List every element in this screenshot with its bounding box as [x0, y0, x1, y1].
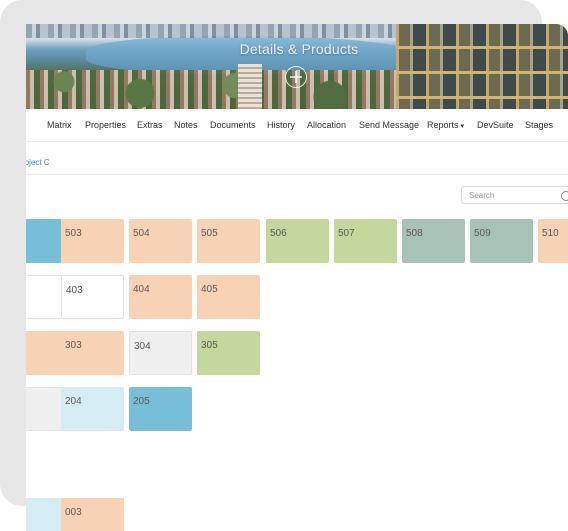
unit-tile[interactable] [26, 275, 62, 319]
unit-tile[interactable]: 506 [266, 219, 329, 263]
city-skyline [26, 24, 396, 38]
apartment-tower [238, 64, 262, 109]
search-icon[interactable] [561, 191, 568, 201]
unit-tile[interactable]: 508 [402, 219, 465, 263]
unit-tile[interactable] [26, 498, 62, 531]
unit-tile[interactable]: 405 [197, 275, 260, 319]
unit-tile[interactable]: 305 [197, 331, 260, 375]
building-floor-lines [396, 24, 568, 109]
search-input[interactable]: Search [461, 186, 568, 204]
plus-circle-icon[interactable] [285, 66, 307, 88]
nav-allocation[interactable]: Allocation [307, 120, 346, 130]
unit-tile[interactable]: 205 [129, 387, 192, 431]
hero-title: Details & Products [239, 41, 359, 57]
unit-tile[interactable]: 303 [61, 331, 124, 375]
unit-tile[interactable]: 504 [129, 219, 192, 263]
app-screen: Details & Products Matrix Properties Ext… [26, 24, 568, 531]
nav-reports-label: Reports [427, 120, 459, 130]
main-nav: Matrix Properties Extras Notes Documents… [26, 109, 568, 142]
nav-notes[interactable]: Notes [174, 120, 198, 130]
section-divider [26, 174, 568, 175]
unit-tile[interactable] [26, 219, 62, 263]
nav-matrix[interactable]: Matrix [47, 120, 72, 130]
unit-tile[interactable] [26, 331, 62, 375]
suburb-trees [26, 70, 406, 109]
nav-properties[interactable]: Properties [85, 120, 126, 130]
hero-banner: Details & Products [26, 24, 568, 109]
nav-extras[interactable]: Extras [137, 120, 163, 130]
nav-send-message[interactable]: Send Message [359, 120, 419, 130]
unit-tile[interactable]: 507 [334, 219, 397, 263]
nav-reports[interactable]: Reports ▾ [427, 120, 464, 130]
unit-tile[interactable]: 403 [61, 275, 124, 319]
nav-devsuite[interactable]: DevSuite [477, 120, 514, 130]
unit-tile[interactable]: 304 [129, 331, 192, 375]
unit-tile[interactable]: 509 [470, 219, 533, 263]
breadcrumb-project[interactable]: roject C [26, 158, 50, 167]
unit-tile[interactable]: 510 [538, 219, 568, 263]
nav-history[interactable]: History [267, 120, 295, 130]
unit-tile[interactable]: 003 [61, 498, 124, 531]
unit-tile[interactable]: 503 [61, 219, 124, 263]
unit-tile[interactable]: 204 [61, 387, 124, 431]
chevron-down-icon: ▾ [460, 123, 465, 130]
unit-tile[interactable]: 505 [197, 219, 260, 263]
nav-stages[interactable]: Stages [525, 120, 553, 130]
unit-tile[interactable] [26, 387, 62, 431]
unit-tile[interactable]: 404 [129, 275, 192, 319]
nav-documents[interactable]: Documents [210, 120, 256, 130]
